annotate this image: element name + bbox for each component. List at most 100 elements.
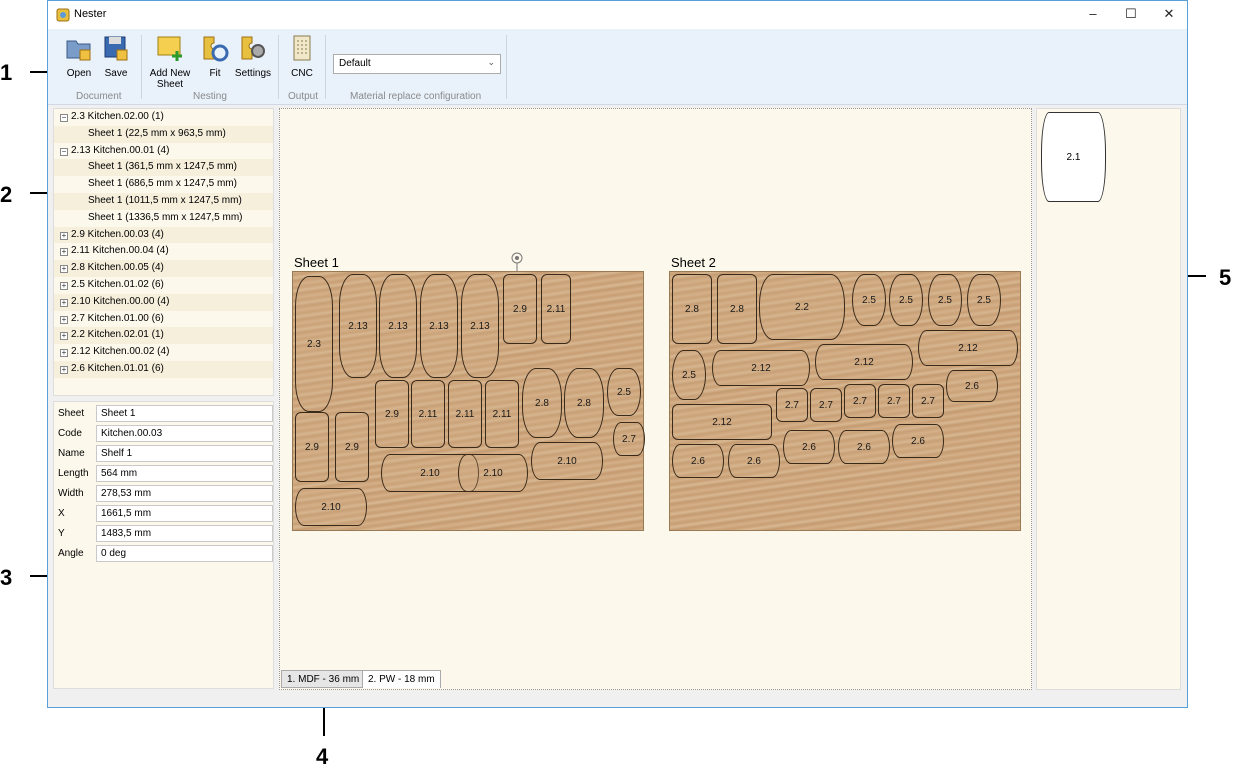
- tree-item-part[interactable]: +2.12 Kitchen.00.02 (4): [54, 344, 273, 361]
- nested-part[interactable]: 2.6: [672, 444, 724, 478]
- prop-value-code[interactable]: Kitchen.00.03: [96, 425, 273, 442]
- nested-part[interactable]: 2.5: [852, 274, 886, 326]
- rotate-handle-icon[interactable]: [510, 252, 524, 272]
- prop-value-x[interactable]: 1661,5 mm: [96, 505, 273, 522]
- nested-part[interactable]: 2.6: [783, 430, 835, 464]
- nested-part[interactable]: 2.3: [295, 276, 333, 412]
- prop-value-angle[interactable]: 0 deg: [96, 545, 273, 562]
- nested-part[interactable]: 2.7: [912, 384, 944, 418]
- nested-part[interactable]: 2.11: [541, 274, 571, 344]
- nested-part[interactable]: 2.10: [295, 488, 367, 526]
- prop-value-name[interactable]: Shelf 1: [96, 445, 273, 462]
- expand-icon[interactable]: +: [60, 231, 68, 240]
- tree-item-part[interactable]: +2.10 Kitchen.00.00 (4): [54, 293, 273, 311]
- nested-part[interactable]: 2.11: [411, 380, 445, 448]
- nested-part[interactable]: 2.8: [522, 368, 562, 438]
- tree-item-part[interactable]: +2.9 Kitchen.00.03 (4): [54, 226, 273, 244]
- tree-item-sheet[interactable]: Sheet 1 (361,5 mm x 1247,5 mm): [54, 159, 273, 177]
- nested-part[interactable]: 2.5: [672, 350, 706, 400]
- nested-part[interactable]: 2.7: [776, 388, 808, 422]
- nested-part[interactable]: 2.12: [712, 350, 810, 386]
- close-button[interactable]: ✕: [1150, 1, 1188, 29]
- nested-part[interactable]: 2.5: [889, 274, 923, 326]
- nested-part[interactable]: 2.2: [759, 274, 845, 340]
- maximize-button[interactable]: ☐: [1112, 1, 1150, 29]
- expand-icon[interactable]: +: [60, 332, 68, 341]
- nested-part[interactable]: 2.12: [918, 330, 1018, 366]
- sheet-board-2[interactable]: 2.8 2.8 2.2 2.5 2.5 2.5 2.5 2.5 2.12 2.12 2.12 2.6 2…: [669, 271, 1021, 531]
- nested-part[interactable]: 2.8: [564, 368, 604, 438]
- tree-item-part[interactable]: +2.11 Kitchen.00.04 (4): [54, 243, 273, 260]
- tree-item-part[interactable]: +2.7 Kitchen.01.00 (6): [54, 311, 273, 328]
- sheet-board-1[interactable]: 2.3 2.13 2.13 2.13 2.13 2.9 2.11 2.9 2.11 2.11 2.1…: [292, 271, 645, 531]
- tab-mdf[interactable]: 1. MDF - 36 mm: [281, 670, 366, 688]
- nested-part[interactable]: 2.8: [717, 274, 757, 344]
- expand-icon[interactable]: +: [60, 365, 68, 374]
- nested-part[interactable]: 2.6: [728, 444, 780, 478]
- nested-part[interactable]: 2.10: [458, 454, 528, 492]
- nested-part[interactable]: 2.13: [461, 274, 499, 378]
- nested-part[interactable]: 2.10: [531, 442, 603, 480]
- tree-item-part[interactable]: +2.5 Kitchen.01.02 (6): [54, 277, 273, 294]
- tree-item-part[interactable]: −2.13 Kitchen.00.01 (4): [54, 143, 273, 160]
- nested-part[interactable]: 2.6: [946, 370, 998, 402]
- prop-value-length[interactable]: 564 mm: [96, 465, 273, 482]
- tree-item-part[interactable]: +2.8 Kitchen.00.05 (4): [54, 260, 273, 277]
- expand-icon[interactable]: +: [60, 315, 68, 324]
- group-separator: [278, 35, 279, 99]
- expand-icon[interactable]: +: [60, 349, 68, 358]
- nested-part[interactable]: 2.9: [503, 274, 537, 344]
- nested-part[interactable]: 2.9: [335, 412, 369, 482]
- minimize-button[interactable]: –: [1074, 1, 1112, 29]
- parts-tree[interactable]: −2.3 Kitchen.02.00 (1) Sheet 1 (22,5 mm x…: [53, 108, 274, 396]
- tab-pw[interactable]: 2. PW - 18 mm: [362, 670, 441, 688]
- nested-part[interactable]: 2.11: [448, 380, 482, 448]
- nested-part[interactable]: 2.8: [672, 274, 712, 344]
- prop-value-width[interactable]: 278,53 mm: [96, 485, 273, 502]
- nested-part[interactable]: 2.12: [672, 404, 772, 440]
- prop-label: Y: [58, 528, 65, 539]
- nested-part[interactable]: 2.7: [878, 384, 910, 418]
- prop-value-sheet[interactable]: Sheet 1: [96, 405, 273, 422]
- tree-item-part[interactable]: −2.3 Kitchen.02.00 (1): [54, 109, 273, 126]
- prop-value-y[interactable]: 1483,5 mm: [96, 525, 273, 542]
- nested-part[interactable]: 2.7: [844, 384, 876, 418]
- nested-part[interactable]: 2.7: [810, 388, 842, 422]
- collapse-icon[interactable]: −: [60, 147, 68, 156]
- nested-part[interactable]: 2.9: [295, 412, 329, 482]
- tree-item-part[interactable]: +2.6 Kitchen.01.01 (6): [54, 360, 273, 378]
- expand-icon[interactable]: +: [60, 281, 68, 290]
- open-button[interactable]: Open: [61, 33, 97, 79]
- tree-item-sheet[interactable]: Sheet 1 (1011,5 mm x 1247,5 mm): [54, 192, 273, 210]
- nested-part[interactable]: 2.6: [838, 430, 890, 464]
- nested-part[interactable]: 2.5: [967, 274, 1001, 326]
- expand-icon[interactable]: +: [60, 248, 68, 257]
- tree-item-sheet[interactable]: Sheet 1 (686,5 mm x 1247,5 mm): [54, 176, 273, 193]
- settings-button[interactable]: Settings: [233, 33, 273, 79]
- nested-part[interactable]: 2.13: [420, 274, 458, 378]
- tree-item-sheet[interactable]: Sheet 1 (1336,5 mm x 1247,5 mm): [54, 210, 273, 227]
- nested-part[interactable]: 2.5: [928, 274, 962, 326]
- prop-label: Sheet: [58, 408, 85, 419]
- add-new-sheet-button[interactable]: Add New Sheet: [146, 33, 194, 90]
- material-config-select[interactable]: Default ⌄: [333, 54, 501, 74]
- nested-part[interactable]: 2.5: [607, 368, 641, 416]
- nested-part[interactable]: 2.6: [892, 424, 944, 458]
- preview-part[interactable]: 2.1: [1041, 112, 1106, 202]
- nested-part[interactable]: 2.13: [379, 274, 417, 378]
- nested-part[interactable]: 2.9: [375, 380, 409, 448]
- window-title: Nester: [74, 8, 107, 20]
- fit-button[interactable]: Fit: [198, 33, 232, 79]
- nested-part[interactable]: 2.12: [815, 344, 913, 380]
- nesting-canvas[interactable]: Sheet 1 2.3 2.13 2.13 2.13 2.13 2.9 2.11 2.9 2.1…: [279, 108, 1032, 690]
- expand-icon[interactable]: +: [60, 265, 68, 274]
- tree-item-sheet[interactable]: Sheet 1 (22,5 mm x 963,5 mm): [54, 125, 273, 143]
- save-button[interactable]: Save: [98, 33, 134, 79]
- cnc-button[interactable]: CNC: [285, 33, 319, 79]
- nested-part[interactable]: 2.11: [485, 380, 519, 448]
- tree-item-part[interactable]: +2.2 Kitchen.02.01 (1): [54, 327, 273, 345]
- nested-part[interactable]: 2.7: [613, 422, 645, 456]
- nested-part[interactable]: 2.13: [339, 274, 377, 378]
- expand-icon[interactable]: +: [60, 298, 68, 307]
- collapse-icon[interactable]: −: [60, 114, 68, 122]
